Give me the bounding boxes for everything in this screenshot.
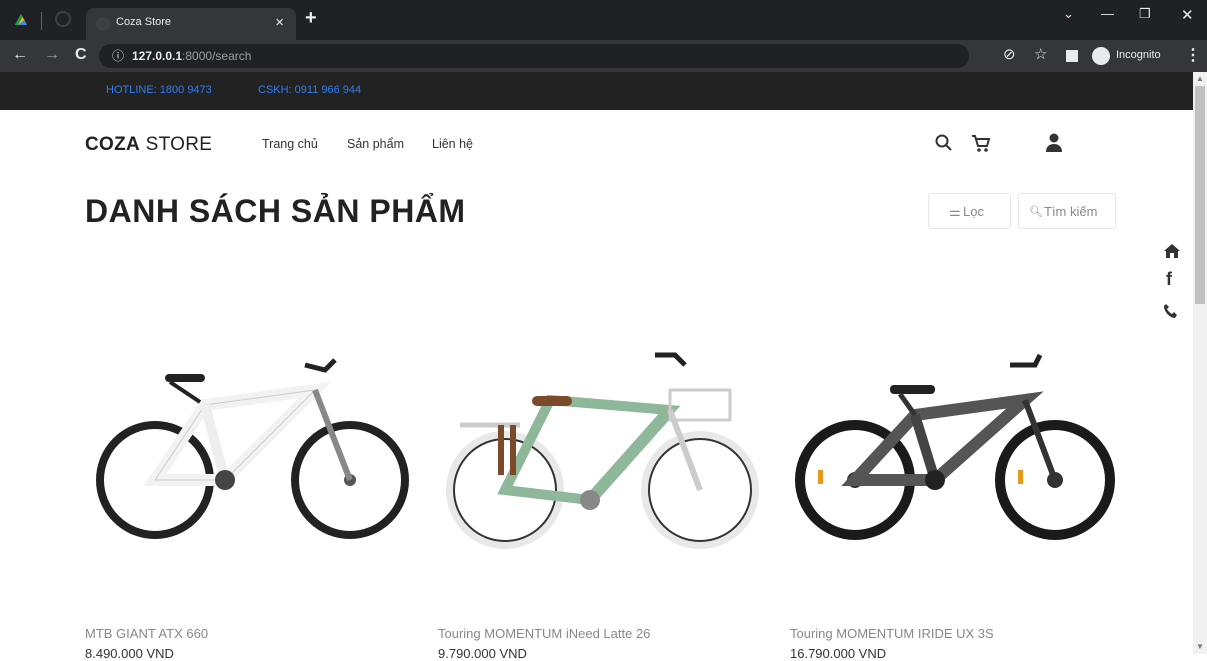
incognito-indicator[interactable]: Incognito xyxy=(1092,44,1161,68)
home-icon[interactable] xyxy=(1163,243,1181,259)
cart-icon[interactable] xyxy=(970,133,992,155)
close-window-icon[interactable]: ✕ xyxy=(1181,6,1194,24)
scrollbar-thumb[interactable] xyxy=(1195,86,1205,304)
restore-icon[interactable]: ❐ xyxy=(1139,6,1151,22)
site-info-icon[interactable]: ⓘ xyxy=(112,47,124,64)
tracking-protection-icon[interactable]: ⊘ xyxy=(1003,45,1016,63)
browser-toolbar: ← → C ⓘ 127.0.0.1:8000/search ⊘ ☆ Incogn… xyxy=(0,40,1207,72)
side-panel-icon[interactable] xyxy=(1066,50,1078,62)
tab-title: Coza Store xyxy=(116,16,172,28)
back-icon[interactable]: ← xyxy=(12,46,28,64)
search-small-icon: 🔍︎ xyxy=(1029,206,1043,218)
search-toggle-label: Tìm kiếm xyxy=(1044,204,1098,219)
product-name[interactable]: Touring MOMENTUM IRIDE UX 3S xyxy=(790,626,994,641)
user-icon[interactable] xyxy=(1045,133,1063,153)
incognito-label: Incognito xyxy=(1116,49,1161,61)
menu-item-home[interactable]: Trang chủ xyxy=(262,137,318,151)
product-name[interactable]: Touring MOMENTUM iNeed Latte 26 xyxy=(438,626,650,641)
product-card[interactable] xyxy=(790,330,1120,570)
product-card[interactable] xyxy=(440,330,770,570)
search-toggle-button[interactable]: 🔍︎ Tìm kiếm xyxy=(1018,193,1116,229)
url-text[interactable]: 127.0.0.1:8000/search xyxy=(132,49,251,63)
pinned-tab-icon[interactable] xyxy=(55,11,71,27)
address-bar[interactable]: ⓘ 127.0.0.1:8000/search xyxy=(99,44,969,68)
phone-icon[interactable] xyxy=(1163,303,1179,319)
menu-item-contact[interactable]: Liên hệ xyxy=(432,137,473,151)
new-tab-button[interactable]: + xyxy=(305,7,317,30)
tab-coza-store[interactable]: Coza Store × xyxy=(86,8,296,40)
reload-icon[interactable]: C xyxy=(75,46,87,64)
minimize-icon[interactable]: — xyxy=(1101,6,1114,21)
page-scrollbar[interactable]: ▲ ▼ xyxy=(1193,72,1207,654)
incognito-icon xyxy=(1092,47,1110,65)
browser-tab-strip: Coza Store × + ⌄ — ❐ ✕ xyxy=(0,0,1207,40)
filter-button[interactable]: ⚌ Lọc xyxy=(928,193,1011,229)
tab-search-chevron-icon[interactable]: ⌄ xyxy=(1063,6,1074,22)
menu-item-products[interactable]: Sản phẩm xyxy=(347,137,404,151)
tab-close-icon[interactable]: × xyxy=(275,14,284,31)
bookmark-star-icon[interactable]: ☆ xyxy=(1034,45,1047,63)
product-image-bicycle[interactable] xyxy=(790,330,1120,570)
product-card[interactable] xyxy=(85,330,415,570)
search-icon[interactable] xyxy=(934,133,954,153)
google-drive-icon[interactable] xyxy=(14,13,28,27)
product-image-bicycle[interactable] xyxy=(85,330,415,570)
tab-separator xyxy=(41,12,42,30)
page-title: DANH SÁCH SẢN PHẨM xyxy=(85,193,466,229)
browser-menu-icon[interactable]: ⋮ xyxy=(1185,45,1201,65)
store-logo[interactable]: COZA STORE xyxy=(85,134,212,156)
tab-favicon-icon xyxy=(96,17,110,31)
forward-icon[interactable]: → xyxy=(44,46,60,64)
scroll-up-icon[interactable]: ▲ xyxy=(1196,74,1204,83)
scroll-down-icon[interactable]: ▼ xyxy=(1196,642,1204,651)
product-image-bicycle[interactable] xyxy=(440,330,770,570)
facebook-icon[interactable]: f xyxy=(1166,269,1172,290)
contact-topbar: HOTLINE: 1800 9473 CSKH: 0911 966 944 xyxy=(0,72,1193,110)
filter-icon: ⚌ xyxy=(949,204,961,219)
hotline-link[interactable]: HOTLINE: 1800 9473 xyxy=(106,84,212,96)
product-name[interactable]: MTB GIANT ATX 660 xyxy=(85,626,208,641)
cskh-link[interactable]: CSKH: 0911 966 944 xyxy=(258,84,361,96)
filter-label: Lọc xyxy=(963,204,984,219)
